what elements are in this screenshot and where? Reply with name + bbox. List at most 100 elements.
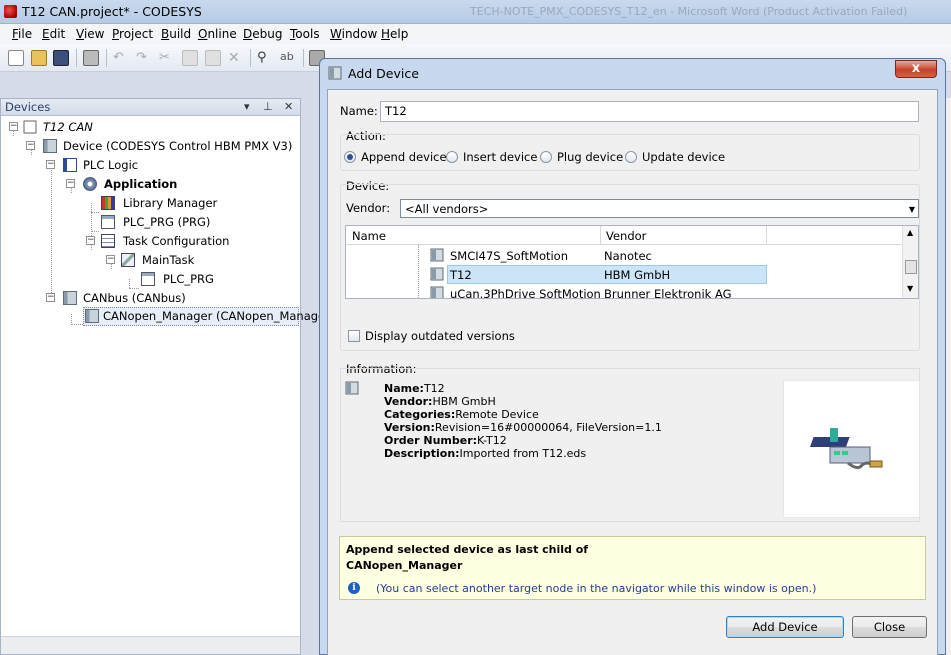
device-name-input[interactable]: T12 [380,101,919,122]
plug-device-label[interactable]: Plug device [557,150,623,164]
info-icon: i [348,582,360,594]
codesys-app-icon [4,5,17,18]
add-device-button[interactable]: Add Device [726,616,844,638]
paste-icon[interactable] [205,50,221,66]
devices-panel: Devices ▾ ⊥ ✕ − T12 CAN − Device (CODESY… [0,98,334,655]
tree-item-label: CANbus (CANbus) [83,291,186,305]
menu-bar: File Edit View Project Build Online Debu… [0,24,951,44]
program-icon [101,215,115,229]
insert-device-radio[interactable] [446,151,458,163]
display-outdated-label[interactable]: Display outdated versions [365,329,515,343]
tree-item-label: Device (CODESYS Control HBM PMX V3) [63,139,293,153]
tree-item-canbus[interactable]: − CANbus (CANbus) [46,289,246,308]
scroll-thumb[interactable] [905,260,917,274]
chevron-down-icon: ▼ [908,205,915,214]
append-device-radio[interactable] [344,151,356,163]
panel-dropdown-icon[interactable]: ▾ [244,100,250,113]
device-image [783,380,920,518]
hint-line-1: Append selected device as last child of [346,543,589,556]
menu-file[interactable]: File [12,27,32,41]
scroll-down-icon[interactable]: ▼ [907,284,913,293]
project-icon [23,120,37,134]
vendor-select[interactable]: <All vendors> ▼ [400,199,919,218]
menu-window[interactable]: Window [330,27,377,41]
delete-icon[interactable]: ✕ [228,50,244,66]
device-list-scrollbar[interactable]: ▲ ▼ [902,226,918,298]
collapse-icon[interactable]: − [26,141,35,150]
column-header-name[interactable]: Name [352,229,386,243]
collapse-icon[interactable]: − [106,255,115,264]
tree-item-maintask[interactable]: − MainTask [106,251,286,270]
menu-debug[interactable]: Debug [243,27,282,41]
collapse-icon[interactable]: − [86,236,95,245]
close-button[interactable]: Close [852,616,927,638]
add-device-dialog: Add Device x Name: T12 Action: Append de… [319,58,946,655]
devices-horizontal-scrollbar[interactable] [1,636,300,654]
replace-icon[interactable]: ab [280,50,296,66]
find-icon[interactable]: ⚲ [257,50,273,66]
menu-tools[interactable]: Tools [290,27,320,41]
menu-project[interactable]: Project [112,27,153,41]
update-device-label[interactable]: Update device [642,150,725,164]
task-icon [121,253,135,267]
info-description: Description:Imported from T12.eds [384,447,587,460]
tree-item-device[interactable]: − Device (CODESYS Control HBM PMX V3) [26,137,296,156]
new-file-icon[interactable] [8,50,24,66]
hint-info-text: (You can select another target node in t… [376,582,817,595]
device-list-row[interactable]: uCan.3PhDrive SoftMotion Brunner Elektro… [346,284,902,298]
window-title: T12 CAN.project* - CODESYS [22,4,202,19]
tree-item-plc-prg-call[interactable]: PLC_PRG [141,270,291,289]
device-icon [328,66,342,80]
background-window-title: TECH-NOTE_PMX_CODESYS_T12_en - Microsoft… [470,5,908,18]
collapse-icon[interactable]: − [66,179,75,188]
scroll-up-icon[interactable]: ▲ [907,228,913,237]
tree-item-project[interactable]: − T12 CAN [9,118,289,137]
tree-item-plc-logic[interactable]: − PLC Logic [46,156,246,175]
tree-item-library-manager[interactable]: Library Manager [101,194,281,213]
copy-icon[interactable] [182,50,198,66]
network-device-icon [809,428,883,470]
dialog-title: Add Device [348,66,419,81]
tree-item-label: T12 CAN [43,120,93,134]
print-icon[interactable] [83,50,99,66]
insert-device-label[interactable]: Insert device [463,150,537,164]
plug-device-radio[interactable] [540,151,552,163]
tree-item-label: CANopen_Manager (CANopen_Manager) [103,309,335,323]
collapse-icon[interactable]: − [9,122,18,131]
device-name-cell: SMCI47S_SoftMotion [450,249,569,263]
hint-line-2: CANopen_Manager [346,559,463,572]
display-outdated-checkbox[interactable] [348,330,360,342]
device-list-row-selected[interactable]: T12 HBM GmbH [346,265,902,284]
menu-online[interactable]: Online [198,27,237,41]
tree-item-label: PLC_PRG (PRG) [123,215,211,229]
panel-close-icon[interactable]: ✕ [284,100,293,113]
update-device-radio[interactable] [625,151,637,163]
open-folder-icon[interactable] [31,50,47,66]
save-icon[interactable] [53,50,69,66]
tree-item-label: Library Manager [123,196,218,210]
dialog-body: Name: T12 Action: Append device Insert d… [327,89,938,655]
redo-icon[interactable]: ↷ [136,50,152,66]
column-header-vendor[interactable]: Vendor [606,229,646,243]
pin-icon[interactable]: ⊥ [263,100,273,113]
tree-item-label: Application [104,177,178,191]
dialog-close-button[interactable]: x [895,60,937,78]
tree-item-canopen-manager[interactable]: CANopen_Manager (CANopen_Manager) [83,307,334,326]
collapse-icon[interactable]: − [46,293,55,302]
device-icon [345,381,359,395]
tree-item-plc-prg[interactable]: PLC_PRG (PRG) [101,213,281,232]
tree-item-task-configuration[interactable]: − Task Configuration [86,232,286,251]
device-list-row[interactable]: SMCI47S_SoftMotion Nanotec [346,246,902,265]
append-device-label[interactable]: Append device [361,150,447,164]
plc-logic-icon [63,158,77,172]
menu-view[interactable]: View [76,27,104,41]
menu-build[interactable]: Build [161,27,191,41]
library-icon [101,196,115,210]
collapse-icon[interactable]: − [46,160,55,169]
menu-edit[interactable]: Edit [42,27,65,41]
undo-icon[interactable]: ↶ [113,50,129,66]
menu-help[interactable]: Help [381,27,408,41]
tree-item-application[interactable]: − Application [66,175,266,194]
device-icon [430,286,444,298]
cut-icon[interactable]: ✂ [159,50,175,66]
